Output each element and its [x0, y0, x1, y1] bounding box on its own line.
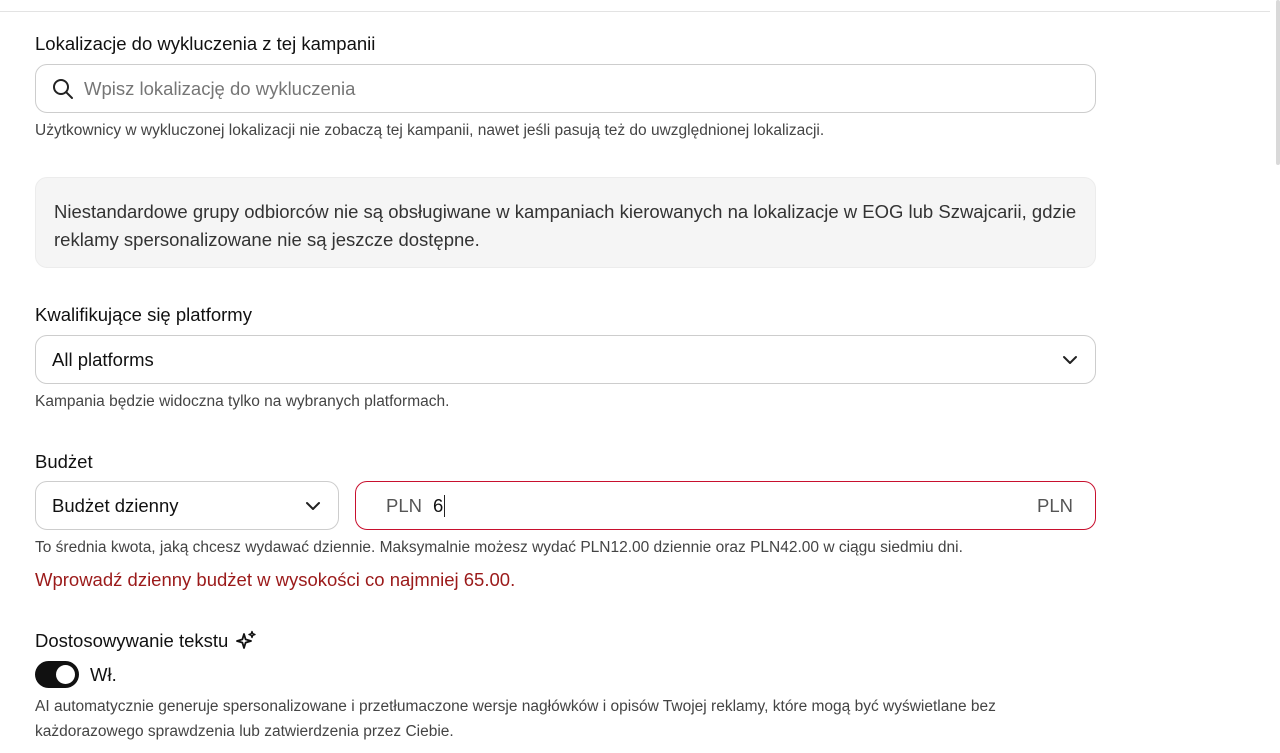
text-customization-toggle[interactable] — [35, 661, 79, 688]
text-caret — [444, 494, 446, 517]
budget-type-value: Budżet dzienny — [52, 494, 179, 516]
platforms-select[interactable]: All platforms — [35, 335, 1096, 384]
chevron-down-icon — [1061, 351, 1079, 369]
budget-helper: To średnia kwota, jaką chcesz wydawać dz… — [35, 539, 963, 556]
platforms-label: Kwalifikujące się platformy — [35, 304, 252, 325]
sparkle-icon — [235, 630, 257, 652]
chevron-down-icon — [304, 497, 322, 515]
budget-error: Wprowadź dzienny budżet w wysokości co n… — [35, 569, 516, 590]
budget-type-select[interactable]: Budżet dzienny — [35, 481, 339, 530]
platforms-select-value: All platforms — [52, 348, 154, 370]
currency-suffix: PLN — [1037, 494, 1073, 516]
text-customization-header: Dostosowywanie tekstu — [35, 630, 257, 652]
audience-notice-text: Niestandardowe grupy odbiorców nie są ob… — [54, 201, 1077, 250]
platforms-helper: Kampania będzie widoczna tylko na wybran… — [35, 393, 450, 410]
exclusions-label: Lokalizacje do wykluczenia z tej kampani… — [35, 33, 376, 54]
budget-label: Budżet — [35, 451, 93, 472]
text-customization-description: AI automatycznie generuje spersonalizowa… — [35, 698, 996, 740]
toggle-knob — [56, 665, 75, 684]
text-customization-toggle-row: Wł. — [35, 661, 117, 688]
budget-amount-input[interactable]: PLN 6 PLN — [355, 481, 1096, 530]
top-divider — [0, 11, 1270, 12]
budget-amount-value: 6 — [433, 494, 444, 516]
currency-prefix: PLN — [386, 494, 422, 516]
search-icon — [52, 78, 74, 100]
budget-amount-content: PLN 6 — [386, 494, 446, 517]
exclusion-search-field[interactable] — [35, 64, 1096, 113]
exclusions-helper: Użytkownicy w wykluczonej lokalizacji ni… — [35, 122, 825, 139]
exclusion-search-input[interactable] — [84, 77, 1044, 100]
audience-notice: Niestandardowe grupy odbiorców nie są ob… — [35, 177, 1096, 268]
text-customization-label: Dostosowywanie tekstu — [35, 630, 229, 651]
toggle-state-label: Wł. — [90, 663, 117, 685]
scrollbar[interactable] — [1276, 0, 1280, 165]
